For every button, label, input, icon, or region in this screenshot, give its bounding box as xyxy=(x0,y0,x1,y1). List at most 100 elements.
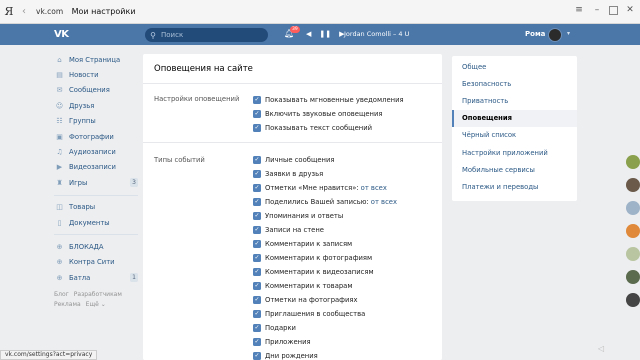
checkbox-reposts[interactable]: ✓ Поделились Вашей записью: от всех xyxy=(253,196,397,208)
menu-icon[interactable]: ≡ xyxy=(573,4,585,16)
sidebar-item-goods[interactable]: ◫ Товары xyxy=(54,200,138,215)
option-label: Дни рождения xyxy=(265,352,318,360)
sidebar-item-label: Сообщения xyxy=(69,86,110,95)
section-divider xyxy=(143,142,442,143)
option-label: Показывать текст сообщений xyxy=(265,124,373,132)
app-icon: ⊕ xyxy=(56,242,63,251)
option-label: Поделились Вашей записью: xyxy=(265,198,369,206)
sidebar-divider xyxy=(54,234,138,236)
sidebar-item-friends[interactable]: ☺ Друзья xyxy=(54,98,138,113)
friend-avatar[interactable] xyxy=(626,178,640,192)
checkbox-goods-comments[interactable]: ✓ Комментарии к товарам xyxy=(253,280,352,292)
friend-avatar[interactable] xyxy=(626,155,640,169)
checkbox-show-message-text[interactable]: ✓ Показывать текст сообщений xyxy=(253,122,372,134)
checkbox-wall-posts[interactable]: ✓ Записи на стене xyxy=(253,224,324,236)
sidebar-divider xyxy=(54,194,138,196)
sidebar-item-video[interactable]: ▶ Видеозаписи xyxy=(54,160,138,175)
sidebar-item-news[interactable]: ▤ Новости xyxy=(54,67,138,82)
friend-avatar[interactable] xyxy=(626,270,640,284)
maximize-icon[interactable] xyxy=(609,5,618,15)
checkbox-video-comments[interactable]: ✓ Комментарии к видеозаписям xyxy=(253,266,374,278)
address-bar[interactable]: vk.com Мои настройки xyxy=(36,7,136,16)
audio-icon: ♫ xyxy=(56,148,63,157)
page-title: Оповещения на сайте xyxy=(143,54,442,84)
types-section-label: Типы событий xyxy=(154,156,205,164)
sidebar-item-audio[interactable]: ♫ Аудиозаписи xyxy=(54,144,138,159)
check-icon: ✓ xyxy=(253,170,261,178)
close-icon[interactable]: ✕ xyxy=(624,4,636,16)
likes-scope-link[interactable]: от всех xyxy=(361,184,387,192)
sidebar-item-app-kontra-siti[interactable]: ⊕ Контра Сити xyxy=(54,255,138,270)
settings-section-label: Настройки оповещений xyxy=(154,95,240,103)
checkbox-apps[interactable]: ✓ Приложения xyxy=(253,336,311,348)
home-icon: ⌂ xyxy=(57,55,62,64)
sidebar-item-photos[interactable]: ▣ Фотографии xyxy=(54,129,138,144)
friend-avatar[interactable] xyxy=(626,201,640,215)
check-icon: ✓ xyxy=(253,254,261,262)
checkbox-friend-requests[interactable]: ✓ Заявки в друзья xyxy=(253,168,323,180)
sidebar-item-docs[interactable]: ▯ Документы xyxy=(54,215,138,230)
vk-logo[interactable]: VK xyxy=(54,29,69,40)
sidebar-item-app-blokada[interactable]: ⊕ БЛОКАДА xyxy=(54,239,138,254)
back-arrow-icon[interactable]: ‹ xyxy=(18,6,30,17)
sidebar-item-groups[interactable]: ☷ Группы xyxy=(54,114,138,129)
checkbox-personal-messages[interactable]: ✓ Личные сообщения xyxy=(253,154,334,166)
checkbox-likes[interactable]: ✓ Отметки «Мне нравится»: от всех xyxy=(253,182,387,194)
checkbox-photo-comments[interactable]: ✓ Комментарии к фотографиям xyxy=(253,252,372,264)
check-icon: ✓ xyxy=(253,184,261,192)
option-label: Записи на стене xyxy=(265,226,324,234)
sidebar-item-games[interactable]: ♜ Игры 3 xyxy=(54,175,138,190)
check-icon: ✓ xyxy=(253,124,261,132)
friend-avatar[interactable] xyxy=(626,293,640,307)
checkbox-mentions[interactable]: ✓ Упоминания и ответы xyxy=(253,210,343,222)
avatar[interactable] xyxy=(548,28,562,42)
menu-item-general[interactable]: Общее xyxy=(452,58,577,75)
footer-link-ads[interactable]: Реклама xyxy=(54,301,81,308)
sidebar-item-messages[interactable]: ✉ Сообщения xyxy=(54,83,138,98)
track-title[interactable]: Jordan Comolli – 4 U xyxy=(344,30,409,38)
friend-avatar[interactable] xyxy=(626,247,640,261)
previous-icon[interactable]: ◀ xyxy=(306,30,311,38)
search-input[interactable] xyxy=(161,31,261,39)
search-box[interactable]: ⚲ xyxy=(145,28,268,42)
games-icon: ♜ xyxy=(56,178,63,187)
chevron-down-icon[interactable]: ▾ xyxy=(567,30,570,37)
menu-item-mobile-services[interactable]: Мобильные сервисы xyxy=(452,161,577,178)
notifications-panel: Оповещения на сайте Настройки оповещений… xyxy=(143,54,442,360)
checkbox-post-comments[interactable]: ✓ Комментарии к записям xyxy=(253,238,352,250)
menu-item-payments[interactable]: Платежи и переводы xyxy=(452,178,577,195)
footer-link-developers[interactable]: Разработчикам xyxy=(74,291,122,298)
pause-icon[interactable]: ❚❚ xyxy=(319,30,331,38)
menu-item-privacy[interactable]: Приватность xyxy=(452,92,577,109)
checkbox-gifts[interactable]: ✓ Подарки xyxy=(253,322,296,334)
menu-item-security[interactable]: Безопасность xyxy=(452,75,577,92)
menu-item-blacklist[interactable]: Чёрный список xyxy=(452,127,577,144)
app-icon: ⊕ xyxy=(56,258,63,267)
check-icon: ✓ xyxy=(253,310,261,318)
option-label: Подарки xyxy=(265,324,296,332)
yandex-button[interactable]: Я xyxy=(0,5,18,18)
chat-toggle-icon[interactable]: ◁ xyxy=(598,344,604,353)
checkbox-birthdays[interactable]: ✓ Дни рождения xyxy=(253,350,318,360)
games-count-badge: 3 xyxy=(130,178,138,188)
sidebar-item-label: Аудиозаписи xyxy=(69,148,116,157)
option-label: Комментарии к товарам xyxy=(265,282,353,290)
minimize-icon[interactable]: – xyxy=(591,4,603,16)
checkbox-sound-alerts[interactable]: ✓ Включить звуковые оповещения xyxy=(253,108,383,120)
friends-icon: ☺ xyxy=(55,101,64,110)
friend-avatar[interactable] xyxy=(626,224,640,238)
menu-item-app-settings[interactable]: Настройки приложений xyxy=(452,144,577,161)
checkbox-community-invites[interactable]: ✓ Приглашения в сообщества xyxy=(253,308,365,320)
sidebar-item-app-batla[interactable]: ⊕ Батла 1 xyxy=(54,270,138,285)
option-label: Приложения xyxy=(265,338,311,346)
sidebar-item-my-page[interactable]: ⌂ Моя Страница xyxy=(54,52,138,67)
footer-link-more[interactable]: Ещё ⌄ xyxy=(86,301,106,308)
checkbox-instant-notifications[interactable]: ✓ Показывать мгновенные уведомления xyxy=(253,94,404,106)
footer-link-blog[interactable]: Блог xyxy=(54,291,69,298)
checkbox-photo-tags[interactable]: ✓ Отметки на фотографиях xyxy=(253,294,358,306)
sidebar-item-label: Новости xyxy=(69,71,99,80)
option-label: Комментарии к записям xyxy=(265,240,353,248)
reposts-scope-link[interactable]: от всех xyxy=(371,198,397,206)
menu-item-notifications[interactable]: Оповещения xyxy=(452,109,577,127)
user-name[interactable]: Рома xyxy=(525,30,545,38)
